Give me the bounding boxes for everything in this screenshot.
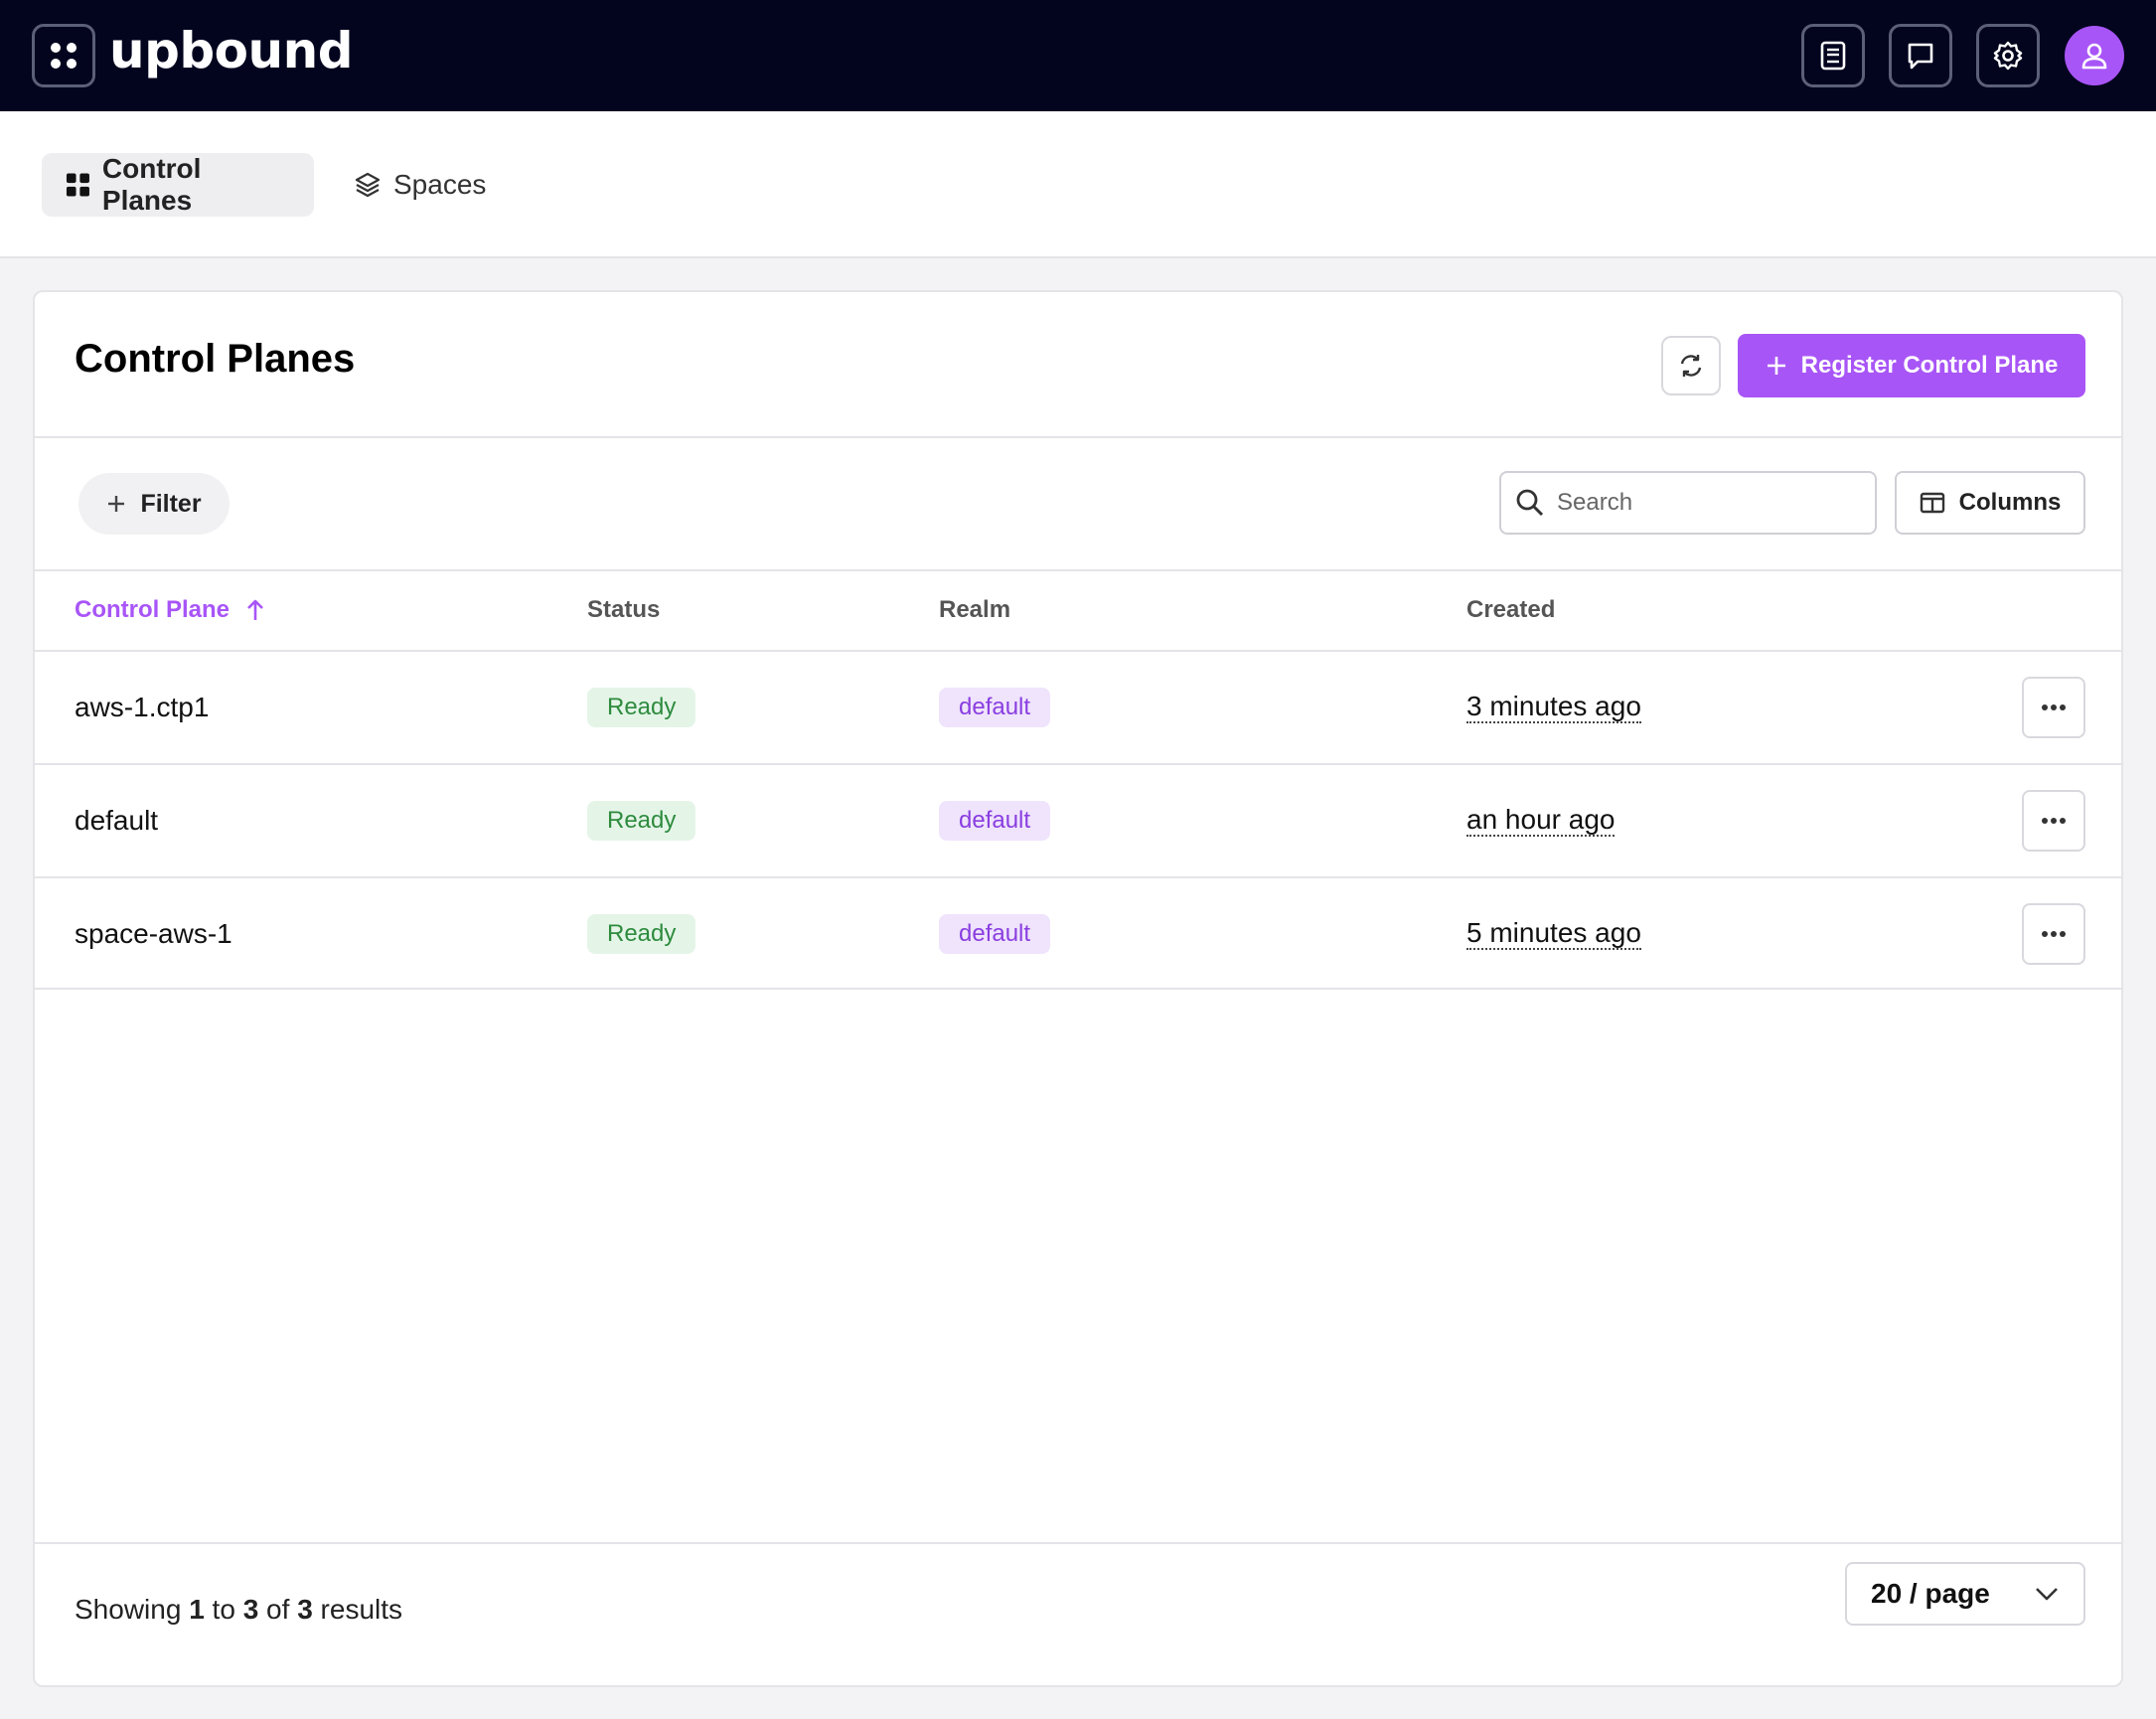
apps-menu-button[interactable] (32, 24, 95, 87)
created-cell: 3 minutes ago (1466, 652, 1641, 763)
page-size-select[interactable]: 20 / page (1845, 1562, 2085, 1626)
refresh-button[interactable] (1661, 336, 1721, 395)
column-header-status[interactable]: Status (587, 596, 660, 624)
search-icon (1516, 489, 1544, 517)
summary-text: of (266, 1594, 290, 1625)
summary-from: 1 (189, 1594, 205, 1625)
settings-icon (1993, 41, 2023, 71)
user-icon (2081, 43, 2107, 70)
top-bar: upbound (0, 0, 2156, 111)
status-badge: Ready (587, 801, 696, 841)
table-row[interactable]: aws-1.ctp1 Ready default 3 minutes ago (35, 650, 2121, 763)
sort-ascending-icon (247, 599, 263, 620)
tab-spaces[interactable]: Spaces (330, 153, 510, 217)
user-avatar[interactable] (2065, 26, 2124, 85)
control-plane-name[interactable]: aws-1.ctp1 (75, 652, 209, 763)
settings-button[interactable] (1976, 24, 2040, 87)
column-header-created[interactable]: Created (1466, 596, 1555, 624)
feedback-button[interactable] (1889, 24, 1952, 87)
status-cell: Ready (587, 652, 696, 763)
docs-icon (1820, 41, 1846, 71)
grid-icon (66, 173, 89, 197)
created-cell: an hour ago (1466, 765, 1616, 876)
table-row[interactable]: default Ready default an hour ago (35, 763, 2121, 876)
row-actions-button[interactable] (2022, 790, 2085, 852)
divider (35, 1542, 2121, 1544)
apps-grid-icon (51, 43, 77, 69)
plus-icon (108, 496, 125, 512)
divider (35, 569, 2121, 571)
page-size-value: 20 / page (1871, 1578, 1990, 1609)
page-title: Control Planes (75, 337, 356, 381)
realm-badge: default (939, 688, 1051, 727)
pagination-summary: Showing 1 to 3 of 3 results (75, 1594, 402, 1626)
search-input[interactable] (1557, 489, 1855, 517)
summary-text: Showing (75, 1594, 182, 1625)
refresh-icon (1680, 355, 1702, 377)
realm-badge: default (939, 801, 1051, 841)
chat-icon (1908, 43, 1933, 70)
control-planes-card: Control Planes Register Control Plane Fi… (33, 290, 2123, 1687)
status-cell: Ready (587, 765, 696, 876)
status-badge: Ready (587, 688, 696, 727)
created-time: an hour ago (1466, 804, 1616, 837)
tab-control-planes-label: Control Planes (101, 153, 202, 216)
summary-to: 3 (242, 1594, 259, 1625)
filter-label: Filter (140, 489, 202, 518)
filter-button[interactable]: Filter (78, 473, 230, 535)
summary-text: results (320, 1594, 403, 1625)
control-plane-name[interactable]: default (75, 765, 158, 876)
summary-text: to (212, 1594, 235, 1625)
tab-spaces-label: Spaces (393, 169, 487, 200)
column-header-realm[interactable]: Realm (939, 596, 1010, 624)
columns-button[interactable]: Columns (1895, 471, 2085, 535)
table-row[interactable]: space-aws-1 Ready default 5 minutes ago (35, 876, 2121, 990)
realm-cell: default (939, 765, 1051, 876)
register-control-plane-button[interactable]: Register Control Plane (1738, 334, 2085, 397)
plus-icon (1767, 357, 1785, 375)
more-horizontal-icon (2042, 818, 2066, 824)
columns-icon (1920, 492, 1944, 514)
realm-badge: default (939, 914, 1051, 954)
created-cell: 5 minutes ago (1466, 878, 1641, 990)
tab-control-planes[interactable]: Control Planes (42, 153, 314, 217)
realm-cell: default (939, 878, 1051, 990)
more-horizontal-icon (2042, 931, 2066, 937)
layers-icon (355, 172, 381, 198)
search-field[interactable] (1499, 471, 1877, 535)
created-time: 3 minutes ago (1466, 691, 1641, 723)
chevron-down-icon (2036, 1588, 2058, 1601)
columns-label: Columns (1958, 489, 2062, 516)
register-label: Register Control Plane (1800, 352, 2059, 379)
status-cell: Ready (587, 878, 696, 990)
created-time: 5 minutes ago (1466, 917, 1641, 950)
nav-bar: Control Planes Spaces (0, 111, 2156, 258)
summary-total: 3 (297, 1594, 313, 1625)
row-actions-button[interactable] (2022, 903, 2085, 965)
docs-button[interactable] (1801, 24, 1865, 87)
column-header-control-plane[interactable]: Control Plane (75, 596, 265, 624)
row-actions-button[interactable] (2022, 677, 2085, 738)
divider (35, 436, 2121, 438)
realm-cell: default (939, 652, 1051, 763)
upbound-logo[interactable]: upbound (109, 22, 354, 79)
column-header-label: Control Plane (75, 596, 231, 623)
more-horizontal-icon (2042, 704, 2066, 710)
control-plane-name[interactable]: space-aws-1 (75, 878, 232, 990)
status-badge: Ready (587, 914, 696, 954)
